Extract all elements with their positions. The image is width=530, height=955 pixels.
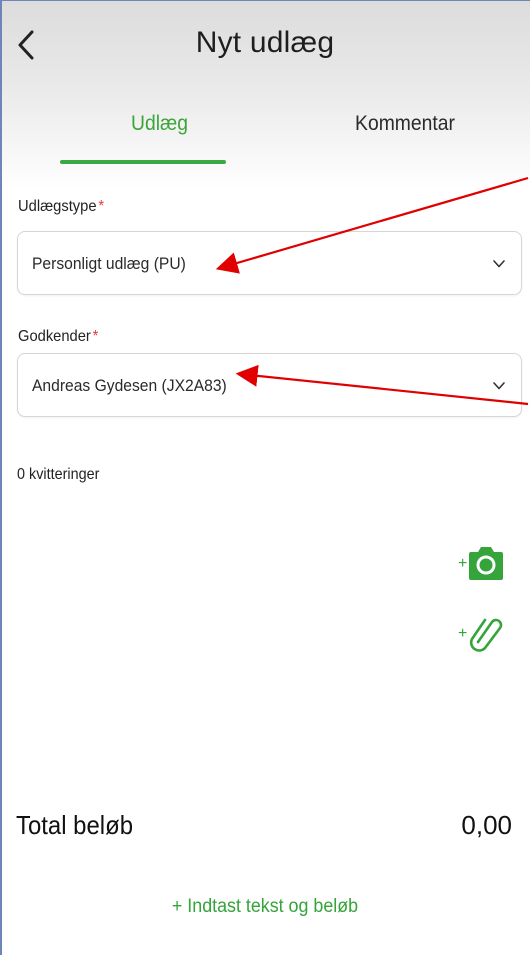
svg-text:+: + <box>458 555 467 572</box>
type-select[interactable]: Personligt udlæg (PU) <box>17 231 522 295</box>
type-label-text: Udlægstype <box>18 198 97 215</box>
tab-udlaeg[interactable]: Udlæg <box>116 112 203 136</box>
tab-kommentar[interactable]: Kommentar <box>341 112 470 136</box>
required-marker: * <box>92 328 99 345</box>
total-value: 0,00 <box>461 810 512 840</box>
svg-text:+: + <box>458 625 467 642</box>
approver-select[interactable]: Andreas Gydesen (JX2A83) <box>17 353 522 417</box>
approver-label-text: Godkender <box>18 328 91 345</box>
total-label: Total beløb <box>16 810 134 840</box>
active-tab-indicator <box>60 160 226 164</box>
page-title: Nyt udlæg <box>195 26 335 59</box>
type-field-label: Udlægstype * <box>18 198 104 216</box>
approver-select-value: Andreas Gydesen (JX2A83) <box>32 376 227 395</box>
app-header: Nyt udlæg Udlæg Kommentar <box>0 0 530 190</box>
type-select-value: Personligt udlæg (PU) <box>32 254 186 273</box>
enter-text-amount-link[interactable]: + Indtast tekst og beløb <box>16 896 514 918</box>
chevron-down-icon <box>493 382 505 390</box>
required-marker: * <box>98 198 105 215</box>
add-camera-icon[interactable]: + <box>458 540 504 584</box>
chevron-down-icon <box>493 260 505 268</box>
approver-field-label: Godkender * <box>18 328 98 346</box>
add-paperclip-icon[interactable]: + <box>458 612 504 652</box>
receipt-count: 0 kvitteringer <box>17 466 100 483</box>
